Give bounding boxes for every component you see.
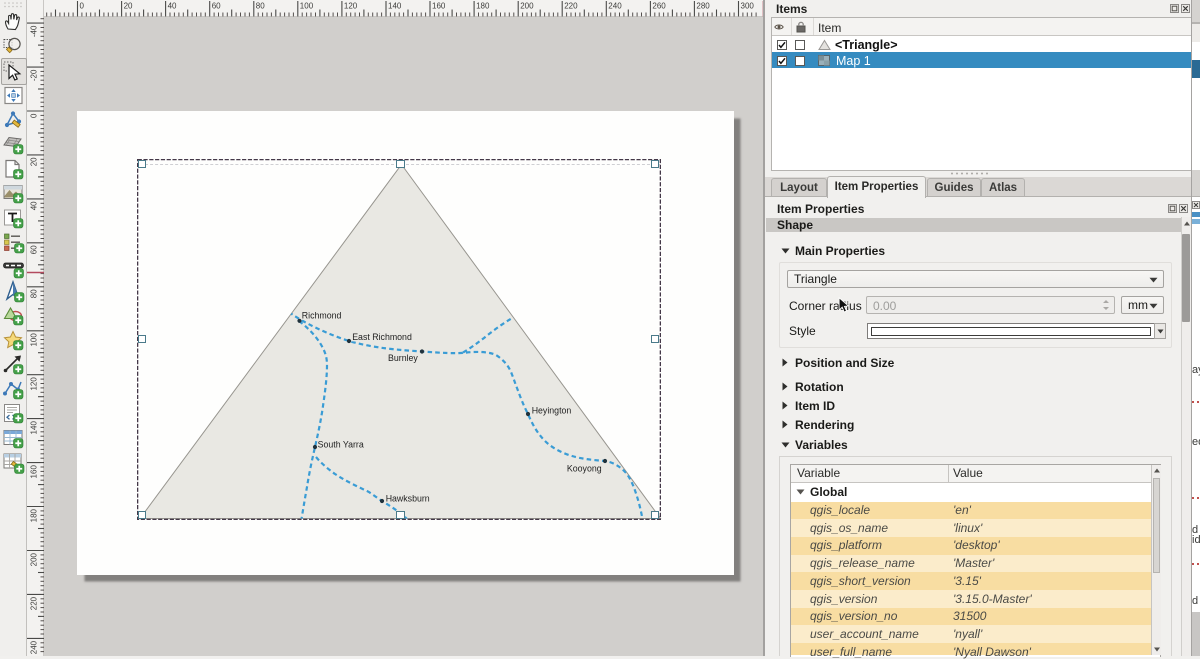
svg-text:280: 280 (696, 2, 710, 11)
svg-text:100: 100 (30, 333, 39, 347)
svg-text:160: 160 (432, 2, 446, 11)
svg-text:20: 20 (124, 2, 133, 11)
svg-text:40: 40 (30, 201, 39, 210)
svg-text:0: 0 (80, 2, 85, 11)
svg-text:140: 140 (30, 421, 39, 435)
svg-text:60: 60 (30, 245, 39, 254)
svg-text:260: 260 (652, 2, 666, 11)
svg-text:60: 60 (212, 2, 221, 11)
svg-text:240: 240 (30, 640, 39, 654)
svg-text:-20: -20 (30, 69, 39, 81)
svg-text:240: 240 (608, 2, 622, 11)
svg-text:0: 0 (30, 113, 39, 118)
svg-text:180: 180 (476, 2, 490, 11)
svg-text:-40: -40 (30, 25, 39, 37)
svg-text:200: 200 (520, 2, 534, 11)
svg-text:220: 220 (564, 2, 578, 11)
svg-text:140: 140 (388, 2, 402, 11)
svg-text:80: 80 (256, 2, 265, 11)
svg-text:300: 300 (741, 2, 755, 11)
svg-text:200: 200 (30, 552, 39, 566)
svg-text:80: 80 (30, 289, 39, 298)
svg-text:20: 20 (30, 157, 39, 166)
svg-text:160: 160 (30, 465, 39, 479)
svg-text:100: 100 (300, 2, 314, 11)
svg-text:180: 180 (30, 508, 39, 522)
svg-text:220: 220 (30, 596, 39, 610)
svg-text:40: 40 (168, 2, 177, 11)
svg-text:120: 120 (344, 2, 358, 11)
svg-text:120: 120 (30, 377, 39, 391)
